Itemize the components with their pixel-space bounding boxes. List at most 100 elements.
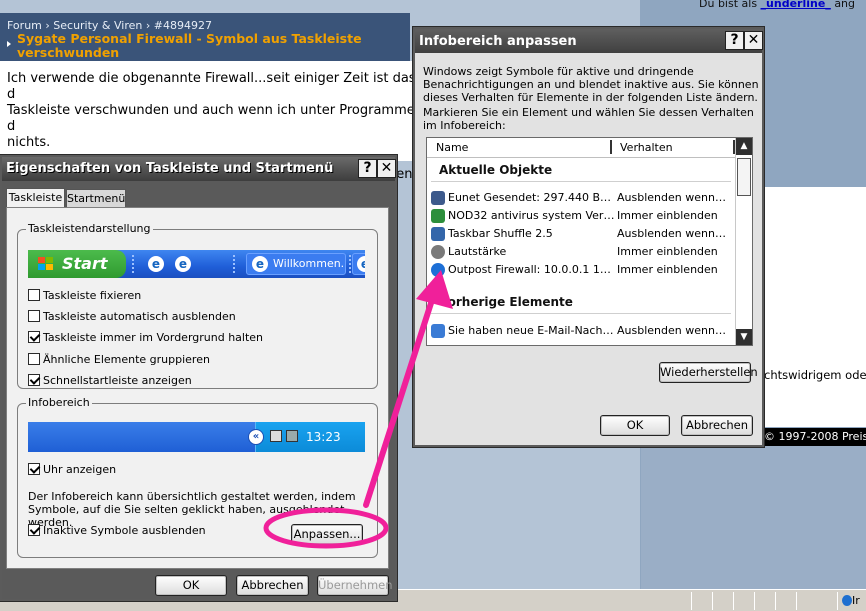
group-label: Taskleistendarstellung: [26, 222, 153, 235]
section-divider: [431, 181, 731, 182]
item-behavior[interactable]: Immer einblenden: [617, 207, 729, 225]
post-body: Ich verwende die obgenannte Firewall...s…: [0, 61, 416, 230]
network-icon: [270, 430, 282, 442]
option-quick-launch[interactable]: Schnellstartleiste anzeigen: [28, 374, 192, 388]
option-label: Taskleiste automatisch ausblenden: [43, 310, 236, 323]
item-behavior[interactable]: Ausblenden wenn in...: [617, 322, 729, 340]
list-item[interactable]: Eunet Gesendet: 297.440 Byte... Ausblend…: [431, 189, 735, 207]
option-label: Inaktive Symbole ausblenden: [43, 524, 206, 537]
option-hide-inactive[interactable]: Inaktive Symbole ausblenden: [28, 524, 206, 538]
cancel-button[interactable]: Abbrechen: [236, 575, 309, 596]
tray-preview: « 13:23: [28, 422, 365, 452]
dialog-titlebar[interactable]: Eigenschaften von Taskleiste und Startme…: [2, 157, 396, 181]
scroll-up-icon[interactable]: ▲: [736, 138, 752, 155]
item-behavior[interactable]: Ausblenden wenn in...: [617, 189, 729, 207]
status-separator: [712, 592, 713, 610]
copyright-text: © 1997-2008 Preisve: [764, 430, 866, 443]
checkbox[interactable]: [28, 289, 40, 301]
taskbar-preview: Start e e e Willkommen... e: [28, 250, 365, 278]
volume-icon: [431, 245, 445, 259]
grip-icon: [349, 255, 351, 273]
section-previous-items: Vorherige Elemente: [439, 295, 573, 309]
close-button[interactable]: ✕: [377, 159, 396, 178]
cancel-button[interactable]: Abbrechen: [681, 415, 753, 436]
status-separator: [733, 592, 734, 610]
forum-lower-area: [641, 446, 866, 589]
tab-taskleiste[interactable]: Taskleiste: [6, 188, 65, 209]
item-name: Taskbar Shuffle 2.5: [448, 227, 553, 240]
section-divider: [431, 313, 731, 314]
status-separator: [754, 592, 755, 610]
list-item[interactable]: Sie haben neue E-Mail-Nachric... Ausblen…: [431, 322, 735, 340]
scroll-thumb[interactable]: [737, 158, 751, 196]
checkbox[interactable]: [28, 310, 40, 322]
thread-header: Forum › Security & Viren › #4894927 Syga…: [0, 13, 410, 61]
customize-notifications-dialog: Infobereich anpassen ? ✕ Windows zeigt S…: [413, 27, 764, 447]
customize-button[interactable]: Anpassen...: [291, 524, 363, 545]
internet-explorer-icon: e: [357, 256, 365, 272]
option-label: Taskleiste fixieren: [43, 289, 142, 302]
list-item[interactable]: Taskbar Shuffle 2.5 Ausblenden wenn in..…: [431, 225, 735, 243]
option-always-on-top[interactable]: Taskleiste immer im Vordergrund halten: [28, 331, 263, 345]
list-item[interactable]: Outpost Firewall: 10.0.0.1 194... Immer …: [431, 261, 735, 279]
checkbox[interactable]: [28, 524, 40, 536]
option-label: Ähnliche Elemente gruppieren: [43, 353, 210, 366]
notification-area-group: Infobereich « 13:23 Uhr anzeigen Der Inf…: [17, 396, 378, 558]
tray-area-preview: « 13:23: [248, 422, 365, 452]
option-show-clock[interactable]: Uhr anzeigen: [28, 463, 116, 477]
ok-button[interactable]: OK: [155, 575, 227, 596]
task-button-preview: e Willkommen...: [246, 253, 346, 275]
apply-button[interactable]: Übernehmen: [317, 575, 393, 596]
printer-icon: [286, 430, 298, 442]
item-behavior[interactable]: Ausblenden wenn in...: [617, 225, 729, 243]
item-behavior[interactable]: Immer einblenden: [617, 261, 729, 279]
task-button-label: Willkommen...: [273, 257, 346, 270]
username-link[interactable]: _underline_: [761, 0, 831, 10]
login-status: Du bist als _underline_ ang: [699, 0, 855, 10]
column-separator[interactable]: [610, 140, 612, 154]
tab-startmenue[interactable]: Startmenü: [66, 189, 126, 208]
title-arrow-icon: [7, 41, 11, 47]
item-name: Outpost Firewall: 10.0.0.1 194...: [448, 263, 616, 276]
grip-icon: [233, 255, 235, 273]
taskbar-shuffle-icon: [431, 227, 445, 241]
item-name: Eunet Gesendet: 297.440 Byte...: [448, 191, 616, 204]
list-item[interactable]: NOD32 antivirus system Versio... Immer e…: [431, 207, 735, 225]
column-header-behavior[interactable]: Verhalten: [620, 141, 673, 154]
forum-side-text: chtswidrigem ode: [764, 368, 866, 382]
item-name: Sie haben neue E-Mail-Nachric...: [448, 324, 616, 337]
status-separator: [796, 592, 797, 610]
item-behavior[interactable]: Immer einblenden: [617, 243, 729, 261]
help-button[interactable]: ?: [725, 31, 744, 50]
option-autohide[interactable]: Taskleiste automatisch ausblenden: [28, 310, 236, 324]
option-group-similar[interactable]: Ähnliche Elemente gruppieren: [28, 353, 210, 367]
notification-items-list[interactable]: Name Verhalten Aktuelle Objekte Eunet Ge…: [426, 137, 753, 346]
dialog-title: Infobereich anpassen: [419, 34, 577, 49]
column-header-name[interactable]: Name: [436, 141, 468, 154]
login-status-prefix: Du bist als: [699, 0, 758, 10]
checkbox[interactable]: [28, 463, 40, 475]
list-item[interactable]: Lautstärke Immer einblenden: [431, 243, 735, 261]
thread-title: Sygate Personal Firewall - Symbol aus Ta…: [17, 31, 362, 60]
task-button-preview-2: e: [352, 253, 365, 275]
option-label: Schnellstartleiste anzeigen: [43, 374, 192, 387]
network-monitor-icon: [431, 191, 445, 205]
start-button-preview: Start: [28, 250, 126, 278]
dialog-titlebar[interactable]: Infobereich anpassen ? ✕: [415, 29, 763, 53]
description-paragraph: Windows zeigt Symbole für aktive und dri…: [423, 65, 759, 104]
option-lock-taskbar[interactable]: Taskleiste fixieren: [28, 289, 141, 303]
status-separator: [837, 592, 838, 610]
restore-button[interactable]: Wiederherstellen: [659, 362, 758, 383]
outpost-firewall-icon: [431, 263, 445, 277]
checkbox[interactable]: [28, 353, 40, 365]
list-header: Name Verhalten: [427, 138, 737, 158]
ok-button[interactable]: OK: [600, 415, 670, 436]
close-button[interactable]: ✕: [744, 31, 763, 50]
group-label: Infobereich: [26, 396, 92, 409]
vertical-scrollbar[interactable]: ▲ ▼: [735, 138, 752, 345]
item-name: NOD32 antivirus system Versio...: [448, 209, 616, 222]
help-button[interactable]: ?: [358, 159, 377, 178]
checkbox[interactable]: [28, 374, 40, 386]
checkbox[interactable]: [28, 331, 40, 343]
scroll-down-icon[interactable]: ▼: [736, 329, 752, 345]
